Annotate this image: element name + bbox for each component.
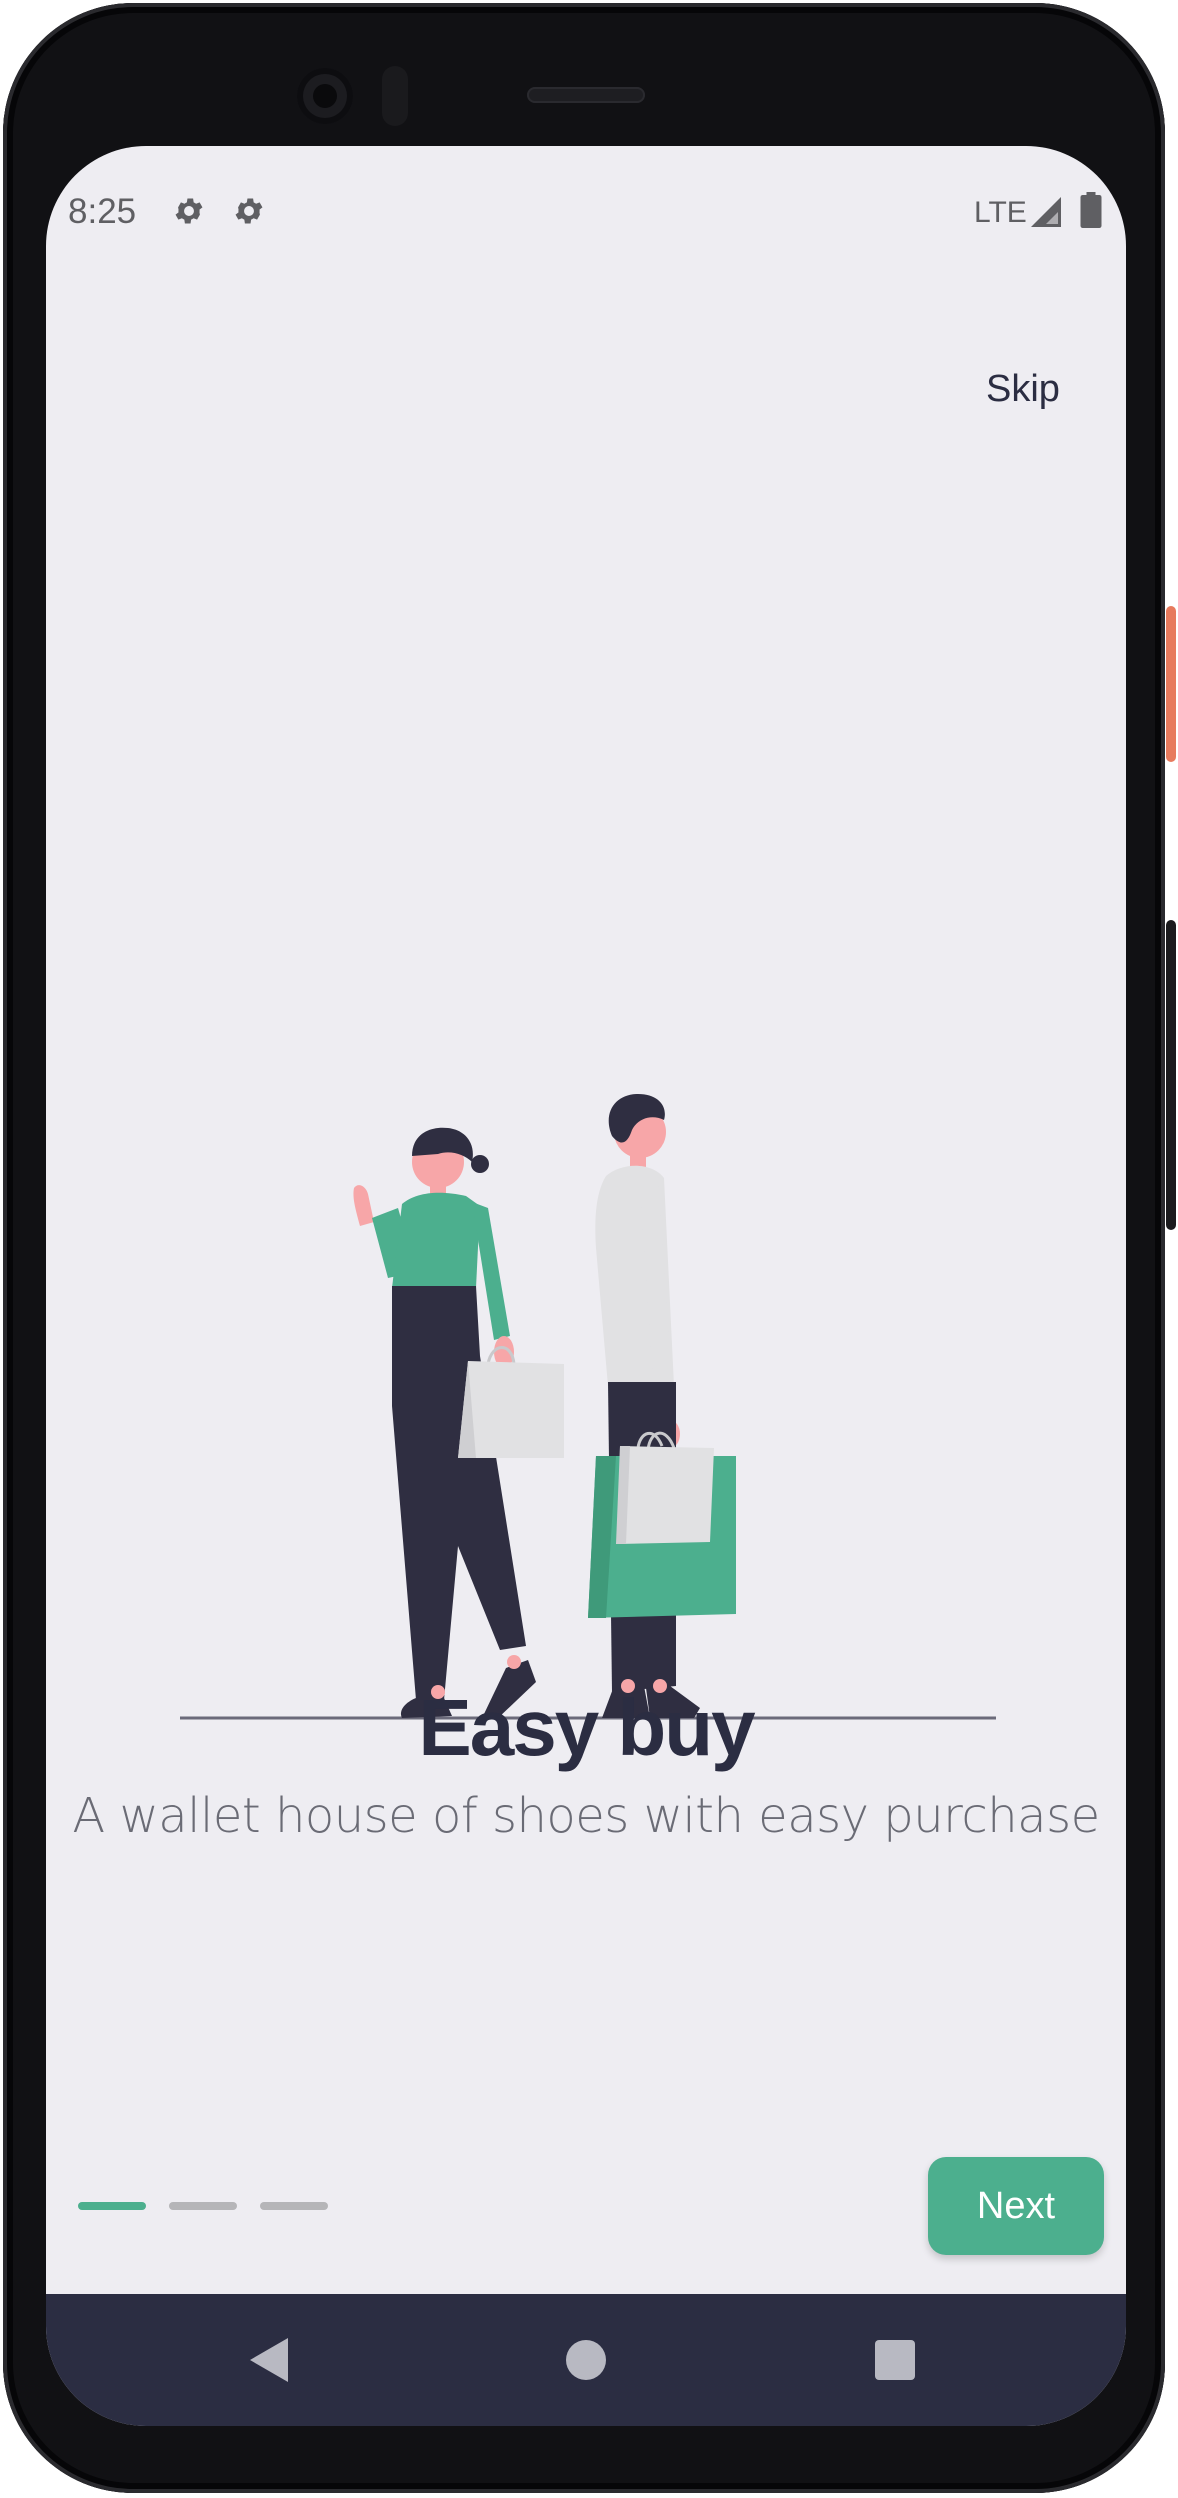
shopping-couple-illustration (180, 1094, 996, 1720)
proximity-sensor (382, 66, 408, 126)
next-button[interactable]: Next (928, 2157, 1104, 2255)
network-type-label: LTE (974, 196, 1027, 229)
volume-rocker[interactable] (1166, 920, 1176, 1230)
back-icon[interactable] (248, 2336, 292, 2384)
man-figure (588, 1094, 736, 1718)
power-button[interactable] (1166, 606, 1176, 762)
gear-icon (235, 198, 263, 224)
page-indicator-dot-2[interactable] (169, 2202, 237, 2210)
status-bar: 8:25 LTE (46, 146, 1126, 266)
system-navigation-bar (46, 2294, 1126, 2426)
woman-figure (353, 1127, 564, 1720)
front-camera-icon (297, 68, 353, 124)
signal-icon (1031, 197, 1061, 227)
earpiece-speaker (527, 87, 645, 103)
status-time: 8:25 (68, 192, 137, 231)
page-indicator-dot-3[interactable] (260, 2202, 328, 2210)
onboarding-subtitle: A wallet house of shoes with easy purcha… (72, 1788, 1100, 1844)
skip-button[interactable]: Skip (986, 368, 1060, 411)
page-indicator-dot-1[interactable] (78, 2202, 146, 2210)
recents-icon[interactable] (875, 2340, 915, 2380)
home-icon[interactable] (566, 2340, 606, 2380)
gear-icon (175, 198, 203, 224)
phone-device: 8:25 LTE Skip Easy buy A wallet house of… (0, 0, 1178, 2498)
battery-icon (1080, 192, 1102, 228)
app-screen: 8:25 LTE Skip Easy buy A wallet house of… (46, 146, 1126, 2426)
page-indicator (78, 2202, 348, 2212)
onboarding-title: Easy buy (418, 1683, 755, 1772)
